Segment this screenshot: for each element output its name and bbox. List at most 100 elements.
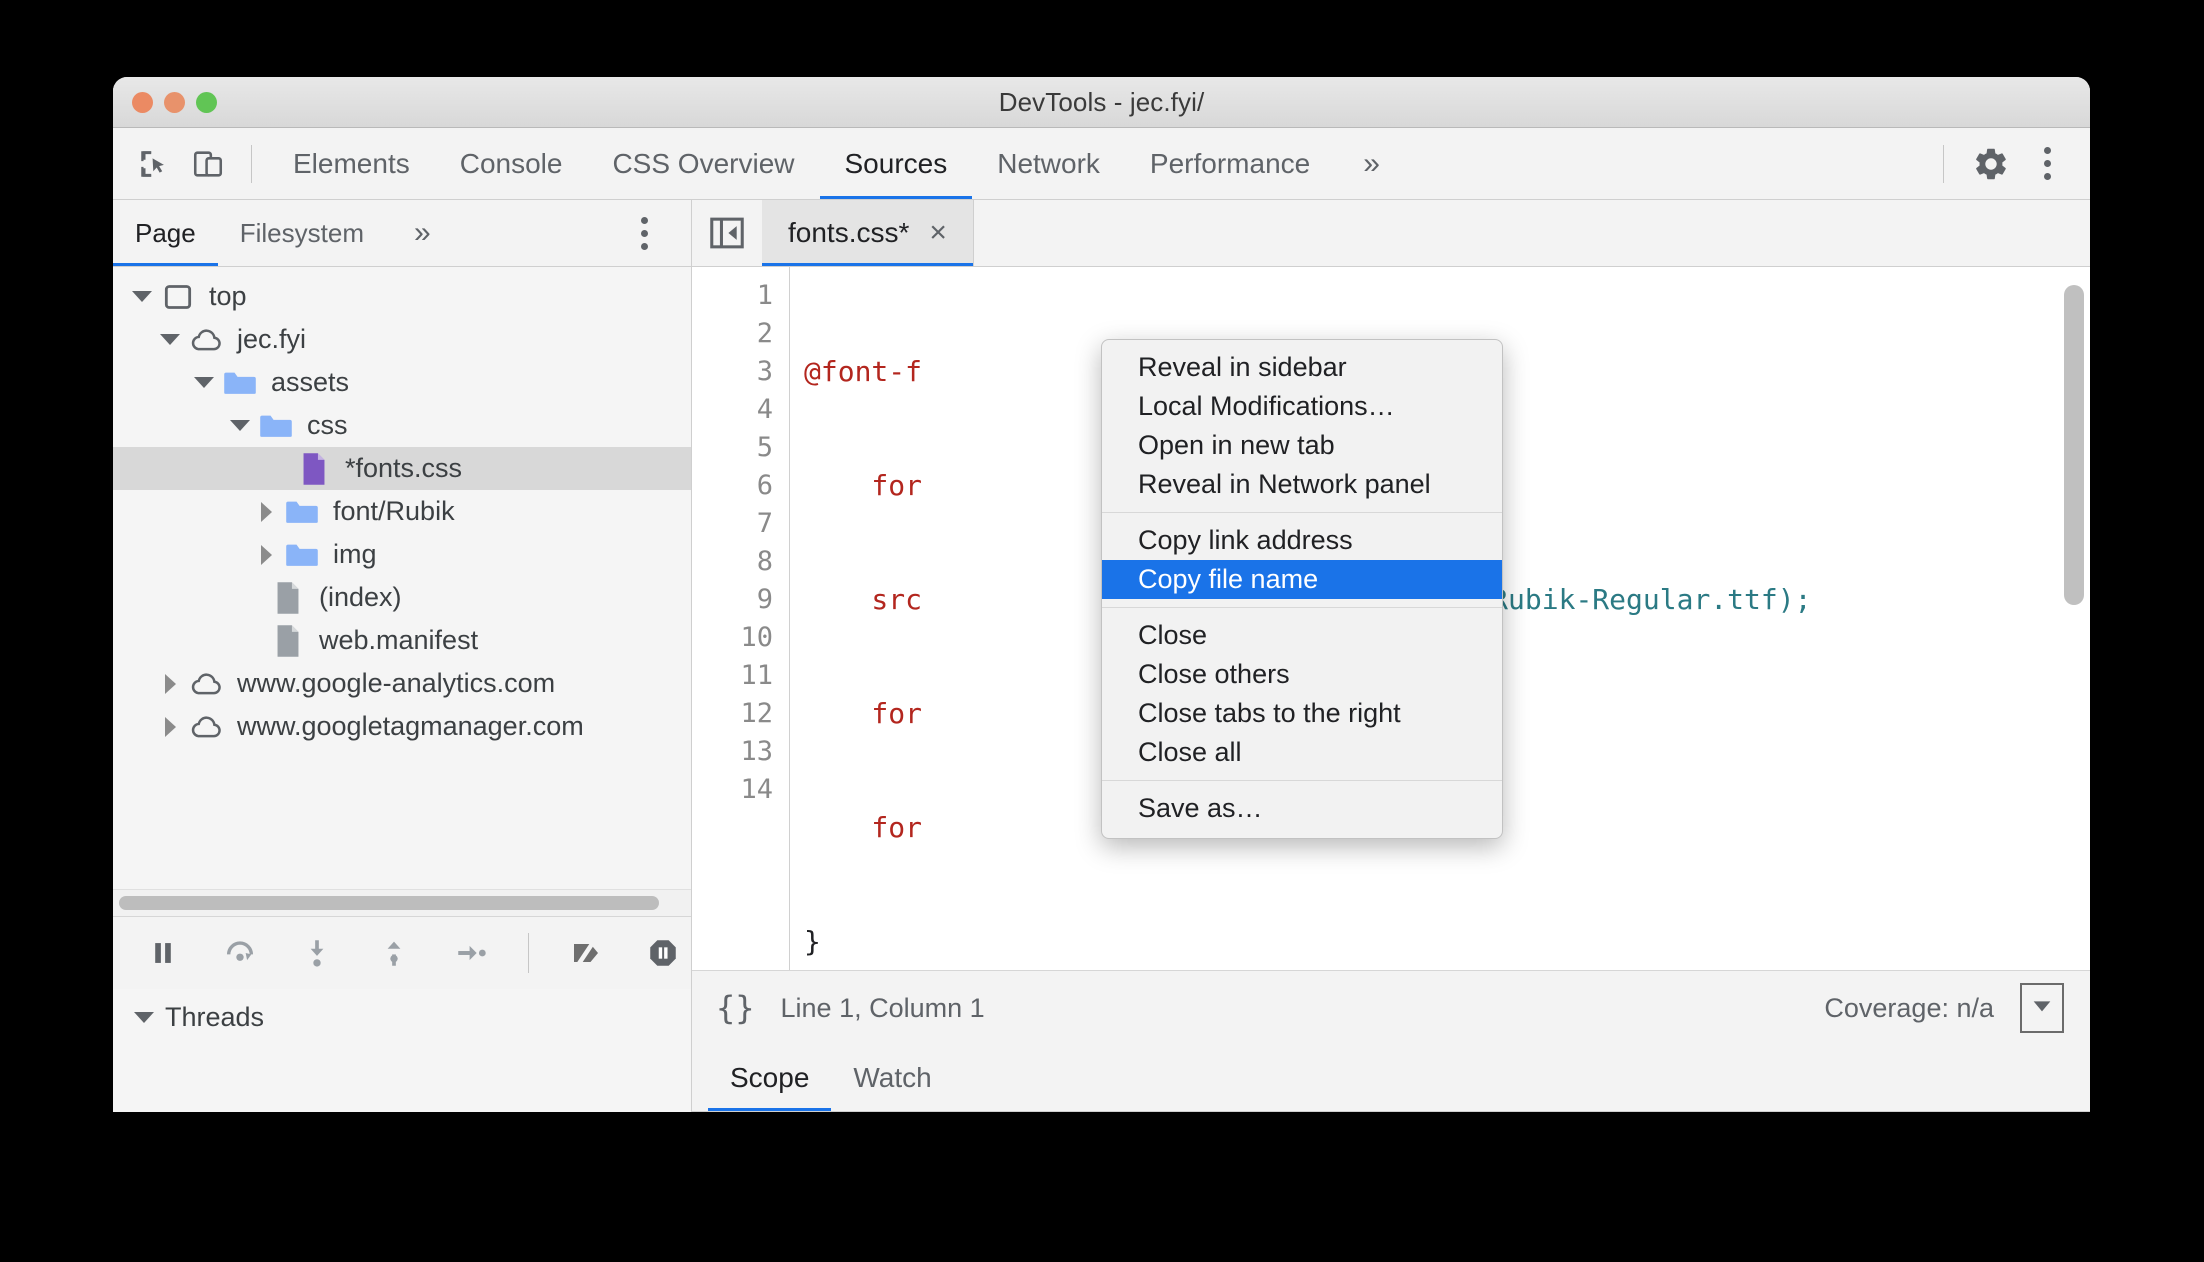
step-into-icon[interactable]	[289, 925, 344, 981]
chevron-down-icon[interactable]	[129, 284, 155, 310]
line-number: 8	[756, 546, 773, 577]
chevron-down-icon[interactable]	[227, 413, 253, 439]
line-number: 2	[756, 318, 773, 349]
bottom-split: Scope Watch Not paused	[113, 1045, 2090, 1112]
menu-item-close-all[interactable]: Close all	[1102, 733, 1502, 772]
tree-node-img[interactable]: img	[113, 533, 691, 576]
threads-section[interactable]: Threads	[113, 989, 691, 1045]
menu-item-open-in-new-tab[interactable]: Open in new tab	[1102, 426, 1502, 465]
tab-watch[interactable]: Watch	[831, 1045, 953, 1111]
pause-on-exceptions-icon[interactable]	[636, 925, 691, 981]
tree-node-jec-fyi-label: jec.fyi	[237, 324, 307, 354]
tab-console[interactable]: Console	[435, 128, 588, 199]
tab-network-label: Network	[997, 147, 1100, 179]
chevron-right-icon[interactable]	[253, 499, 279, 525]
line-number: 3	[756, 356, 773, 387]
tree-node-css[interactable]: css	[113, 404, 691, 447]
document-icon	[269, 581, 307, 615]
step-over-icon[interactable]	[212, 925, 267, 981]
navigator-horizontal-scrollbar[interactable]	[113, 889, 691, 916]
show-drawer-icon[interactable]	[2020, 983, 2064, 1033]
editor-tabbar: fonts.css* ×	[692, 200, 2090, 267]
tree-node-index[interactable]: (index)	[113, 576, 691, 619]
chevron-down-icon[interactable]	[191, 370, 217, 396]
scrollbar-thumb[interactable]	[119, 896, 659, 910]
more-navigator-tabs-chevron-icon[interactable]: »	[386, 218, 459, 248]
pretty-print-icon[interactable]: {}	[716, 989, 755, 1027]
navigator-tabs: Page Filesystem »	[113, 200, 691, 267]
tree-node-fonts-css-label: *fonts.css	[345, 453, 463, 483]
folder-icon	[283, 538, 321, 572]
stylesheet-icon	[295, 452, 333, 486]
code-line-6-text: }	[804, 925, 821, 958]
chevron-down-icon[interactable]	[131, 1004, 157, 1030]
menu-item-local-modifications[interactable]: Local Modifications…	[1102, 387, 1502, 426]
chevron-right-icon[interactable]	[157, 671, 183, 697]
chevron-down-icon[interactable]	[157, 327, 183, 353]
menu-item-close-tabs-to-the-right[interactable]: Close tabs to the right	[1102, 694, 1502, 733]
tree-node-fonts-css[interactable]: *fonts.css	[113, 447, 691, 490]
tree-node-css-label: css	[307, 410, 348, 440]
debugger-toolbar-divider	[528, 933, 529, 973]
tree-node-jec-fyi[interactable]: jec.fyi	[113, 318, 691, 361]
line-number: 7	[756, 508, 773, 539]
tree-node-assets[interactable]: assets	[113, 361, 691, 404]
tab-performance[interactable]: Performance	[1125, 128, 1335, 199]
tab-scope[interactable]: Scope	[708, 1045, 832, 1111]
devtools-window: DevTools - jec.fyi/ Elements Console CSS…	[113, 77, 2090, 1112]
gear-icon[interactable]	[1960, 145, 2022, 183]
window-title: DevTools - jec.fyi/	[998, 86, 1205, 117]
tree-node-googletagmanager[interactable]: www.googletagmanager.com	[113, 705, 691, 748]
frame-icon	[159, 280, 197, 314]
nav-tab-filesystem[interactable]: Filesystem	[218, 200, 386, 266]
more-panels-chevron-icon[interactable]: »	[1335, 148, 1408, 179]
close-icon[interactable]: ×	[923, 218, 953, 248]
line-number: 5	[756, 432, 773, 463]
tree-node-googletagmanager-label: www.googletagmanager.com	[237, 711, 584, 741]
coverage-status: Coverage: n/a	[1824, 992, 1994, 1023]
editor-tab-fonts-css[interactable]: fonts.css* ×	[762, 200, 974, 266]
step-out-icon[interactable]	[366, 925, 421, 981]
menu-item-close[interactable]: Close	[1102, 616, 1502, 655]
step-icon[interactable]	[443, 925, 498, 981]
deactivate-breakpoints-icon[interactable]	[559, 925, 614, 981]
tree-node-font-rubik[interactable]: font/Rubik	[113, 490, 691, 533]
tree-node-top[interactable]: top	[113, 275, 691, 318]
tab-network[interactable]: Network	[972, 128, 1125, 199]
menu-item-copy-file-name[interactable]: Copy file name	[1102, 560, 1502, 599]
pause-script-icon[interactable]	[135, 925, 190, 981]
code-line-2-text: for	[804, 469, 923, 502]
tab-sources[interactable]: Sources	[819, 128, 973, 199]
chevron-right-icon[interactable]	[157, 714, 183, 740]
tree-node-google-analytics[interactable]: www.google-analytics.com	[113, 662, 691, 705]
kebab-menu-icon[interactable]	[2022, 147, 2072, 180]
device-toolbar-icon[interactable]	[181, 138, 235, 190]
document-icon	[269, 624, 307, 658]
code-line-4-text: for	[804, 697, 923, 730]
tab-elements[interactable]: Elements	[268, 128, 435, 199]
menu-item-close-others[interactable]: Close others	[1102, 655, 1502, 694]
menu-item-reveal-in-sidebar[interactable]: Reveal in sidebar	[1102, 348, 1502, 387]
chevron-right-icon[interactable]	[253, 542, 279, 568]
line-number: 9	[756, 584, 773, 615]
scrollbar-thumb[interactable]	[2064, 285, 2084, 605]
nav-tab-page-label: Page	[135, 217, 196, 248]
show-navigator-icon[interactable]	[692, 200, 762, 266]
debug-sidebar-tabs: Scope Watch	[692, 1045, 2090, 1112]
threads-label: Threads	[165, 1001, 265, 1032]
inspect-element-icon[interactable]	[127, 138, 181, 190]
tree-node-web-manifest[interactable]: web.manifest	[113, 619, 691, 662]
navigator-kebab-menu-icon[interactable]	[619, 216, 669, 250]
editor-vertical-scrollbar[interactable]	[2064, 279, 2086, 958]
tab-css-overview[interactable]: CSS Overview	[587, 128, 819, 199]
menu-item-save-as[interactable]: Save as…	[1102, 789, 1502, 828]
menu-item-reveal-in-network-panel[interactable]: Reveal in Network panel	[1102, 465, 1502, 504]
code-line-3-text: src	[804, 583, 923, 616]
status-bar-right: Coverage: n/a	[1824, 983, 2064, 1033]
window-titlebar: DevTools - jec.fyi/	[113, 77, 2090, 128]
menu-separator	[1102, 607, 1502, 608]
code-line-5-text: for	[804, 811, 923, 844]
menu-separator	[1102, 780, 1502, 781]
menu-item-copy-link-address[interactable]: Copy link address	[1102, 521, 1502, 560]
nav-tab-page[interactable]: Page	[113, 200, 218, 266]
